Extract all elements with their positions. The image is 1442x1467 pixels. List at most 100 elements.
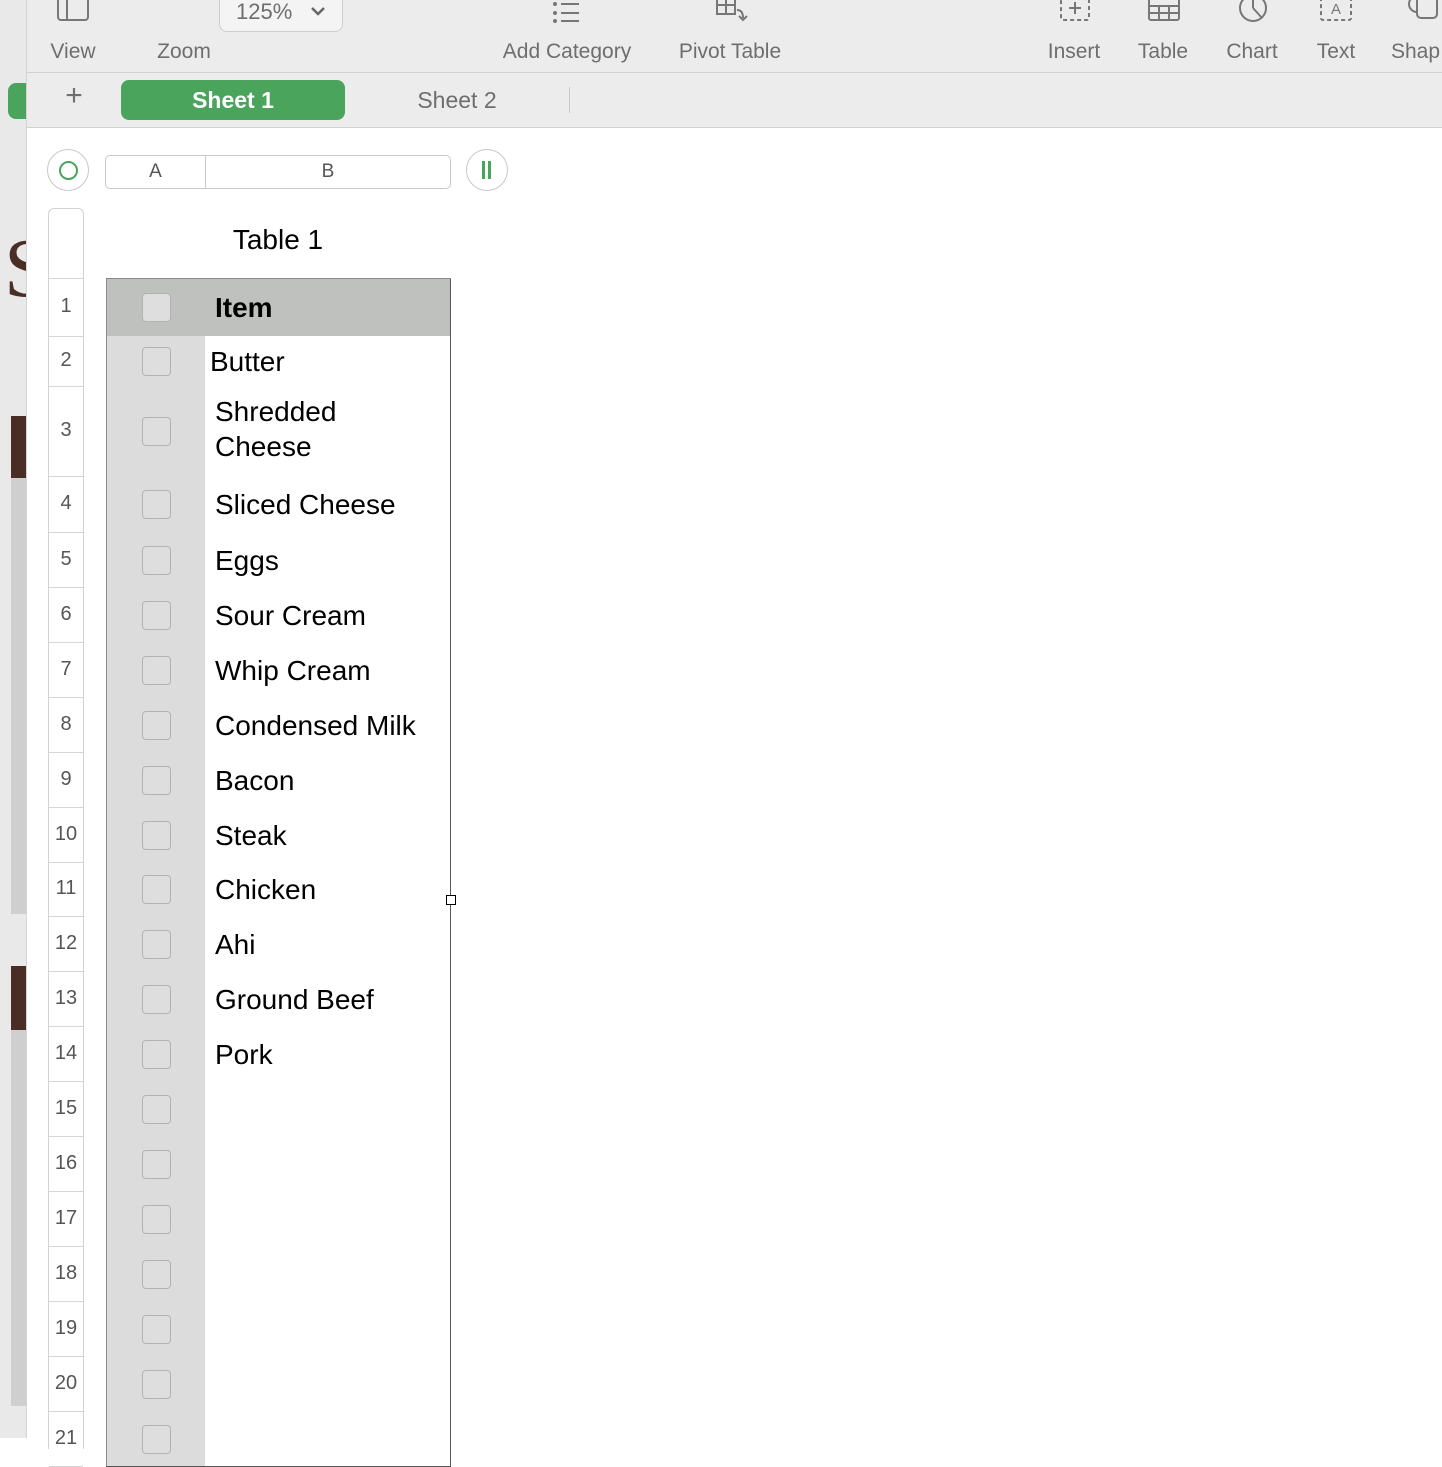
row-number[interactable]: 16 (48, 1152, 84, 1175)
table-row: Sliced Cheese (106, 476, 451, 533)
table-title[interactable]: Table 1 (106, 224, 450, 256)
tab-sheet-1[interactable]: Sheet 1 (121, 80, 345, 120)
item-cell[interactable] (205, 1136, 451, 1191)
item-cell[interactable] (205, 1356, 451, 1411)
checkbox[interactable] (142, 347, 171, 376)
select-table-button[interactable] (47, 149, 89, 191)
insert-button[interactable]: Insert (1041, 0, 1107, 72)
pivot-table-button[interactable]: Pivot Table (667, 0, 793, 72)
item-cell[interactable]: Ahi (205, 916, 451, 971)
checkbox[interactable] (142, 417, 171, 446)
checkbox-cell (106, 1026, 206, 1081)
item-text: Butter (210, 346, 285, 377)
checkbox[interactable] (142, 1095, 171, 1124)
item-cell[interactable]: Steak (205, 807, 451, 862)
tab-divider (569, 87, 570, 113)
item-cell[interactable] (205, 1191, 451, 1246)
checkbox[interactable] (142, 546, 171, 575)
checkbox[interactable] (142, 985, 171, 1014)
row-divider (49, 916, 83, 917)
row-number[interactable]: 7 (48, 658, 84, 681)
row-number[interactable]: 10 (48, 823, 84, 846)
checkbox-cell (106, 642, 206, 697)
checkbox[interactable] (142, 1205, 171, 1234)
item-cell[interactable]: Sliced Cheese (205, 476, 451, 532)
row-number[interactable]: 18 (48, 1262, 84, 1285)
item-cell[interactable] (205, 1081, 451, 1136)
item-cell[interactable]: Bacon (205, 752, 451, 807)
item-cell[interactable]: Condensed Milk (205, 697, 451, 752)
zoom-control[interactable]: 125% Zoom (123, 0, 343, 72)
checkbox[interactable] (142, 1040, 171, 1069)
item-text: Steak (215, 820, 287, 851)
item-cell[interactable] (205, 1301, 451, 1356)
item-cell[interactable]: Ground Beef (205, 971, 451, 1026)
row-number[interactable]: 4 (48, 492, 84, 515)
checkbox[interactable] (142, 1425, 171, 1454)
row-number[interactable]: 3 (48, 419, 84, 442)
checkbox[interactable] (142, 821, 171, 850)
checkbox[interactable] (142, 875, 171, 904)
svg-text:A: A (1331, 1, 1341, 18)
background-window-bar (11, 416, 26, 478)
view-button[interactable]: View (47, 0, 99, 72)
row-number[interactable]: 11 (48, 877, 84, 900)
checkbox[interactable] (142, 1370, 171, 1399)
row-number[interactable]: 12 (48, 932, 84, 955)
item-cell[interactable]: Butter (205, 336, 451, 386)
checkbox[interactable] (142, 293, 171, 322)
row-divider (49, 1356, 83, 1357)
row-number[interactable]: 5 (48, 548, 84, 571)
shape-button[interactable]: Shap (1389, 0, 1442, 72)
row-number[interactable]: 2 (48, 349, 84, 372)
background-window-bar (11, 966, 26, 1030)
row-number[interactable]: 19 (48, 1317, 84, 1340)
item-cell[interactable]: Whip Cream (205, 642, 451, 697)
row-divider (49, 1081, 83, 1082)
text-button[interactable]: A Text (1311, 0, 1361, 72)
row-number[interactable]: 14 (48, 1042, 84, 1065)
checkbox[interactable] (142, 490, 171, 519)
item-cell[interactable]: Pork (205, 1026, 451, 1081)
row-number[interactable]: 21 (48, 1427, 84, 1450)
add-category-button[interactable]: Add Category (493, 0, 641, 72)
item-cell[interactable]: Chicken (205, 862, 451, 916)
checkbox[interactable] (142, 601, 171, 630)
row-number[interactable]: 9 (48, 768, 84, 791)
item-text: Sliced Cheese (215, 489, 396, 520)
item-header-cell[interactable]: Item (205, 278, 451, 336)
insert-label: Insert (1047, 40, 1101, 63)
item-cell[interactable] (205, 1246, 451, 1301)
table-button[interactable]: Table (1133, 0, 1193, 72)
row-number[interactable]: 13 (48, 987, 84, 1010)
row-number[interactable]: 1 (48, 295, 84, 318)
item-cell[interactable]: Sour Cream (205, 587, 451, 642)
tab-sheet-2[interactable]: Sheet 2 (367, 80, 547, 120)
checkbox[interactable] (142, 1150, 171, 1179)
table-resize-handle[interactable] (446, 895, 456, 905)
checkbox[interactable] (142, 766, 171, 795)
checkbox[interactable] (142, 711, 171, 740)
row-number[interactable]: 6 (48, 603, 84, 626)
column-header-a[interactable]: A (106, 156, 206, 188)
row-number[interactable]: 20 (48, 1372, 84, 1395)
checkbox[interactable] (142, 1315, 171, 1344)
column-header-b[interactable]: B (206, 156, 450, 188)
add-sheet-button[interactable]: + (59, 79, 89, 113)
view-label: View (50, 40, 96, 63)
row-number[interactable]: 15 (48, 1097, 84, 1120)
row-number[interactable]: 8 (48, 713, 84, 736)
row-number[interactable]: 17 (48, 1207, 84, 1230)
checkbox-cell (106, 476, 206, 532)
zoom-select[interactable]: 125% (219, 0, 343, 32)
item-cell[interactable] (205, 1411, 451, 1466)
checkbox-cell (106, 752, 206, 807)
table-row: Shredded Cheese (106, 386, 451, 477)
column-resize-button[interactable] (466, 149, 508, 191)
checkbox[interactable] (142, 930, 171, 959)
item-cell[interactable]: Eggs (205, 532, 451, 587)
item-cell[interactable]: Shredded Cheese (205, 386, 451, 476)
checkbox[interactable] (142, 656, 171, 685)
chart-button[interactable]: Chart (1221, 0, 1283, 72)
checkbox[interactable] (142, 1260, 171, 1289)
